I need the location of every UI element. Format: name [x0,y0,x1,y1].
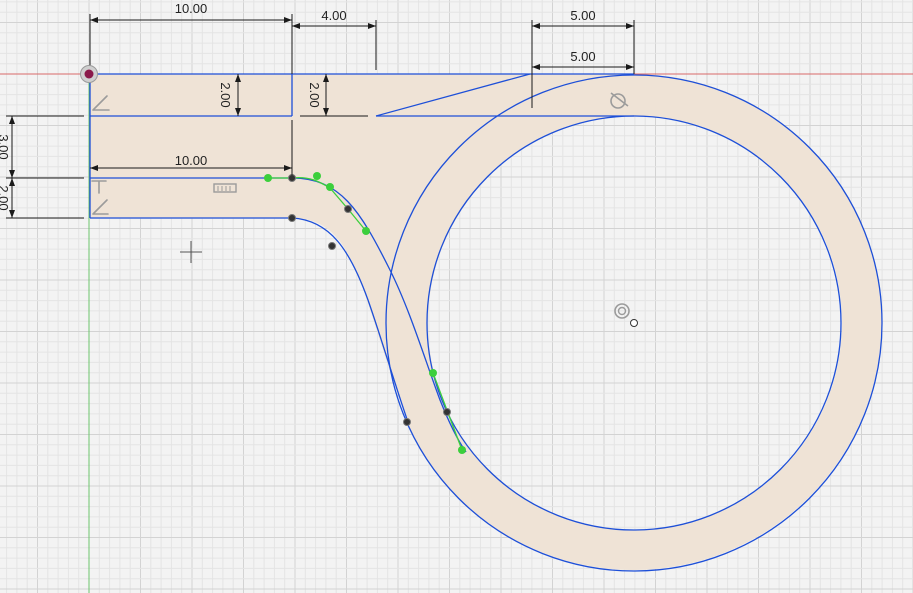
spline-fit-point[interactable] [288,214,296,222]
spline-handle-point[interactable] [362,227,370,235]
dimension-inner-width[interactable]: 10.00 [175,153,208,168]
dimension-circle-upper[interactable]: 5.00 [570,8,595,23]
spline-fit-point[interactable] [443,408,451,416]
spline-handle-point[interactable] [313,172,321,180]
spline-handle-point[interactable] [264,174,272,182]
spline-fit-point[interactable] [328,242,336,250]
sketch-canvas[interactable]: 10.00 4.00 2.00 2.00 10.00 3.00 2.00 5.0… [0,0,913,593]
spline-fit-point[interactable] [403,418,411,426]
spline-fit-point[interactable] [288,174,296,182]
circle-center-point[interactable] [630,319,638,327]
dimension-mid-height[interactable]: 2.00 [307,82,322,107]
spline-handle-point[interactable] [326,183,334,191]
dimension-left-height[interactable]: 2.00 [218,82,233,107]
dimension-cut-upper[interactable]: 3.00 [0,134,11,159]
spline-handle-point[interactable] [429,369,437,377]
dimension-cut-lower[interactable]: 2.00 [0,185,11,210]
origin-point-icon[interactable] [80,65,98,83]
dimension-circle-lower[interactable]: 5.00 [570,49,595,64]
spline-handle-point[interactable] [458,446,466,454]
spline-fit-point[interactable] [344,205,352,213]
dimension-gap-width[interactable]: 4.00 [321,8,346,23]
sketch-profile-fill [90,74,882,570]
dimension-top-width[interactable]: 10.00 [175,1,208,16]
